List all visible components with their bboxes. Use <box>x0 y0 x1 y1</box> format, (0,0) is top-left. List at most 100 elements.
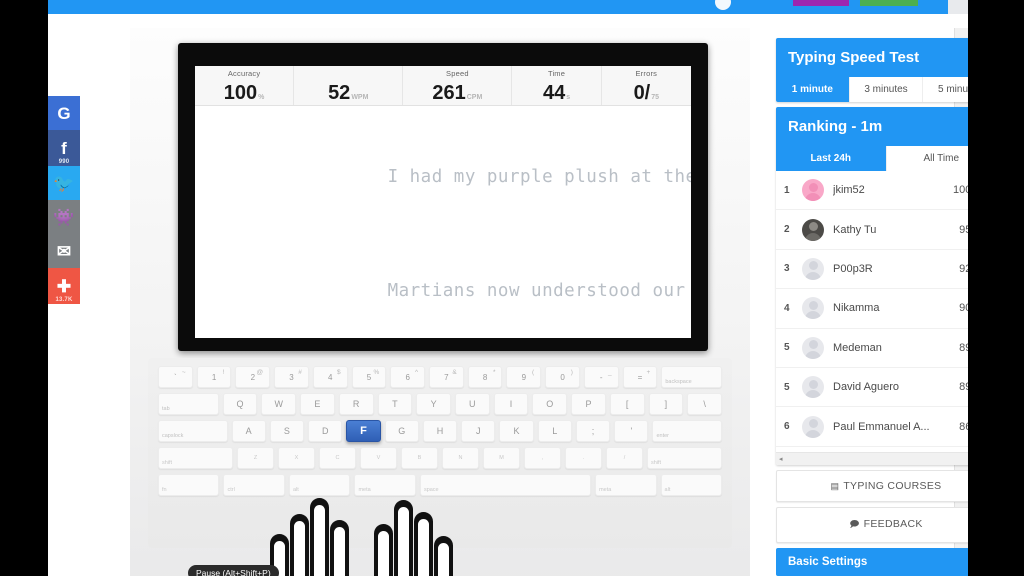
key-j[interactable]: J <box>461 420 496 442</box>
key-g[interactable]: G <box>384 420 419 442</box>
key-capslock[interactable]: capslock <box>158 420 228 442</box>
typing-line-1-text: I had my purple plush at the end of the <box>387 167 691 187</box>
key--[interactable]: . <box>565 447 602 469</box>
key-i[interactable]: I <box>493 393 529 415</box>
key--[interactable]: = + <box>622 366 658 388</box>
ranking-row[interactable]: 2 Kathy Tu 95wpm <box>776 210 968 250</box>
key-q[interactable]: Q <box>222 393 258 415</box>
key--[interactable]: ; <box>575 420 611 442</box>
scroll-left-arrow-icon[interactable]: ◂ <box>779 455 783 463</box>
key--[interactable]: ] <box>648 393 684 415</box>
key-w[interactable]: W <box>261 393 297 415</box>
key--[interactable]: ` ~ <box>158 366 193 388</box>
typing-courses-button[interactable]: ▤ TYPING COURSES <box>776 470 968 502</box>
key-s[interactable]: S <box>269 420 305 442</box>
ranking-row[interactable]: 5 David Aguero 89wpm <box>776 368 968 408</box>
key-u[interactable]: U <box>454 393 490 415</box>
key-l[interactable]: L <box>537 420 572 442</box>
duration-tab-1-minute[interactable]: 1 minute <box>776 77 850 102</box>
key-backspace[interactable]: backspace <box>661 366 722 388</box>
key--[interactable]: ' <box>614 420 649 442</box>
ranking-row[interactable]: 1 jkim52 100wpm <box>776 171 968 211</box>
key-k[interactable]: K <box>499 420 534 442</box>
key-7[interactable]: 7 & <box>429 366 464 388</box>
ranking-horizontal-scrollbar[interactable]: ◂ ▸ <box>776 452 968 465</box>
social-twitter-button[interactable]: 🐦 <box>48 166 80 200</box>
right-sidebar: Typing Speed Test 1 minute 3 minutes 5 min… <box>776 38 968 576</box>
key-enter[interactable]: enter <box>652 420 722 442</box>
stat-speed-value: 261 CPM <box>432 83 482 103</box>
ranking-username: Nikamma <box>833 302 880 315</box>
key-9[interactable]: 9( <box>506 366 542 388</box>
key-5[interactable]: 5% <box>351 366 387 388</box>
ranking-tab-Last-24h[interactable]: Last 24h <box>776 146 887 171</box>
hscroll-track[interactable] <box>784 455 968 463</box>
header-right-edge <box>948 0 968 14</box>
key-o[interactable]: O <box>532 393 568 415</box>
key--[interactable]: , <box>524 447 561 469</box>
key-m[interactable]: M <box>483 447 520 469</box>
ranking-tab-All-Time[interactable]: All Time <box>887 146 969 171</box>
social-share-rail: Gf 990 🐦 👾 ✉ ✚ 13.7K <box>48 96 80 304</box>
header-button-green[interactable] <box>860 0 918 6</box>
ranking-position: 5 <box>784 381 790 393</box>
key-meta[interactable]: meta <box>595 474 657 496</box>
key-e[interactable]: E <box>300 393 335 415</box>
header-button-purple[interactable] <box>793 0 849 6</box>
stat-time: Time 44 s <box>512 66 602 105</box>
key-v[interactable]: V <box>360 447 397 469</box>
avatar-body <box>805 429 821 438</box>
ranking-row[interactable]: 4 Nikamma 90wpm <box>776 289 968 329</box>
ranking-row[interactable]: 5 Medeman 89wpm <box>776 329 968 368</box>
key-x[interactable]: X <box>278 447 315 469</box>
key-shift-symbol: @ <box>256 369 264 376</box>
key-shift-symbol: ( <box>532 369 535 376</box>
key-fn[interactable]: fn <box>158 474 220 496</box>
social-facebook-button[interactable]: f 990 <box>48 130 80 166</box>
social-share-more-button[interactable]: ✚ 13.7K <box>48 268 80 304</box>
key--[interactable]: \ <box>687 393 722 415</box>
key-y[interactable]: Y <box>416 393 451 415</box>
key-b[interactable]: B <box>401 447 438 469</box>
ranking-username: P00p3R <box>833 262 873 275</box>
site-header-bar <box>48 0 968 14</box>
avatar <box>802 415 824 438</box>
stat-accuracy-number: 100 <box>223 82 258 104</box>
key-c[interactable]: C <box>319 447 356 469</box>
ranking-row[interactable]: 3 P00p3R 92wpm <box>776 250 968 290</box>
key-3[interactable]: 3 # <box>274 366 309 388</box>
key-d[interactable]: D <box>308 420 343 442</box>
key-4[interactable]: 4 $ <box>312 366 348 388</box>
social-google-button[interactable]: G <box>48 96 80 130</box>
key-shift[interactable]: shift <box>158 447 233 469</box>
duration-tab-5-minutes[interactable]: 5 minutes <box>923 77 968 102</box>
key-shift[interactable]: shift <box>647 447 722 469</box>
social-email-button[interactable]: ✉ <box>48 234 80 268</box>
key-1[interactable]: 1! <box>196 366 232 388</box>
typing-text-area[interactable]: I had my purple plush at the end of the … <box>195 106 691 338</box>
key-z[interactable]: Z <box>237 447 274 469</box>
key-0[interactable]: 0) <box>545 366 580 388</box>
basic-settings-label: Basic Settings <box>788 556 868 568</box>
key-2[interactable]: 2 @ <box>235 366 271 388</box>
key-r[interactable]: R <box>338 393 374 415</box>
key-h[interactable]: H <box>422 420 458 442</box>
feedback-button[interactable]: 🗩 FEEDBACK <box>776 507 968 543</box>
stat-wpm-value: 52 WPM <box>328 83 368 103</box>
key-f[interactable]: F <box>346 420 381 442</box>
social-reddit-button[interactable]: 👾 <box>48 200 80 234</box>
key-8[interactable]: 8 * <box>467 366 503 388</box>
key-t[interactable]: T <box>377 393 413 415</box>
key--[interactable]: [ <box>609 393 645 415</box>
key--[interactable]: - _ <box>583 366 619 388</box>
key--[interactable]: / <box>606 447 643 469</box>
key-6[interactable]: 6 ^ <box>390 366 426 388</box>
duration-tab-3-minutes[interactable]: 3 minutes <box>850 77 924 102</box>
key-n[interactable]: N <box>442 447 479 469</box>
key-alt[interactable]: alt <box>660 474 723 496</box>
ranking-row[interactable]: 6 Paul Emmanuel A... 86wpm <box>776 407 968 447</box>
key-p[interactable]: P <box>571 393 606 415</box>
key-a[interactable]: A <box>231 420 266 442</box>
basic-settings-bar[interactable]: Basic Settings ⌃ <box>776 548 968 576</box>
key-tab[interactable]: tab <box>158 393 219 415</box>
